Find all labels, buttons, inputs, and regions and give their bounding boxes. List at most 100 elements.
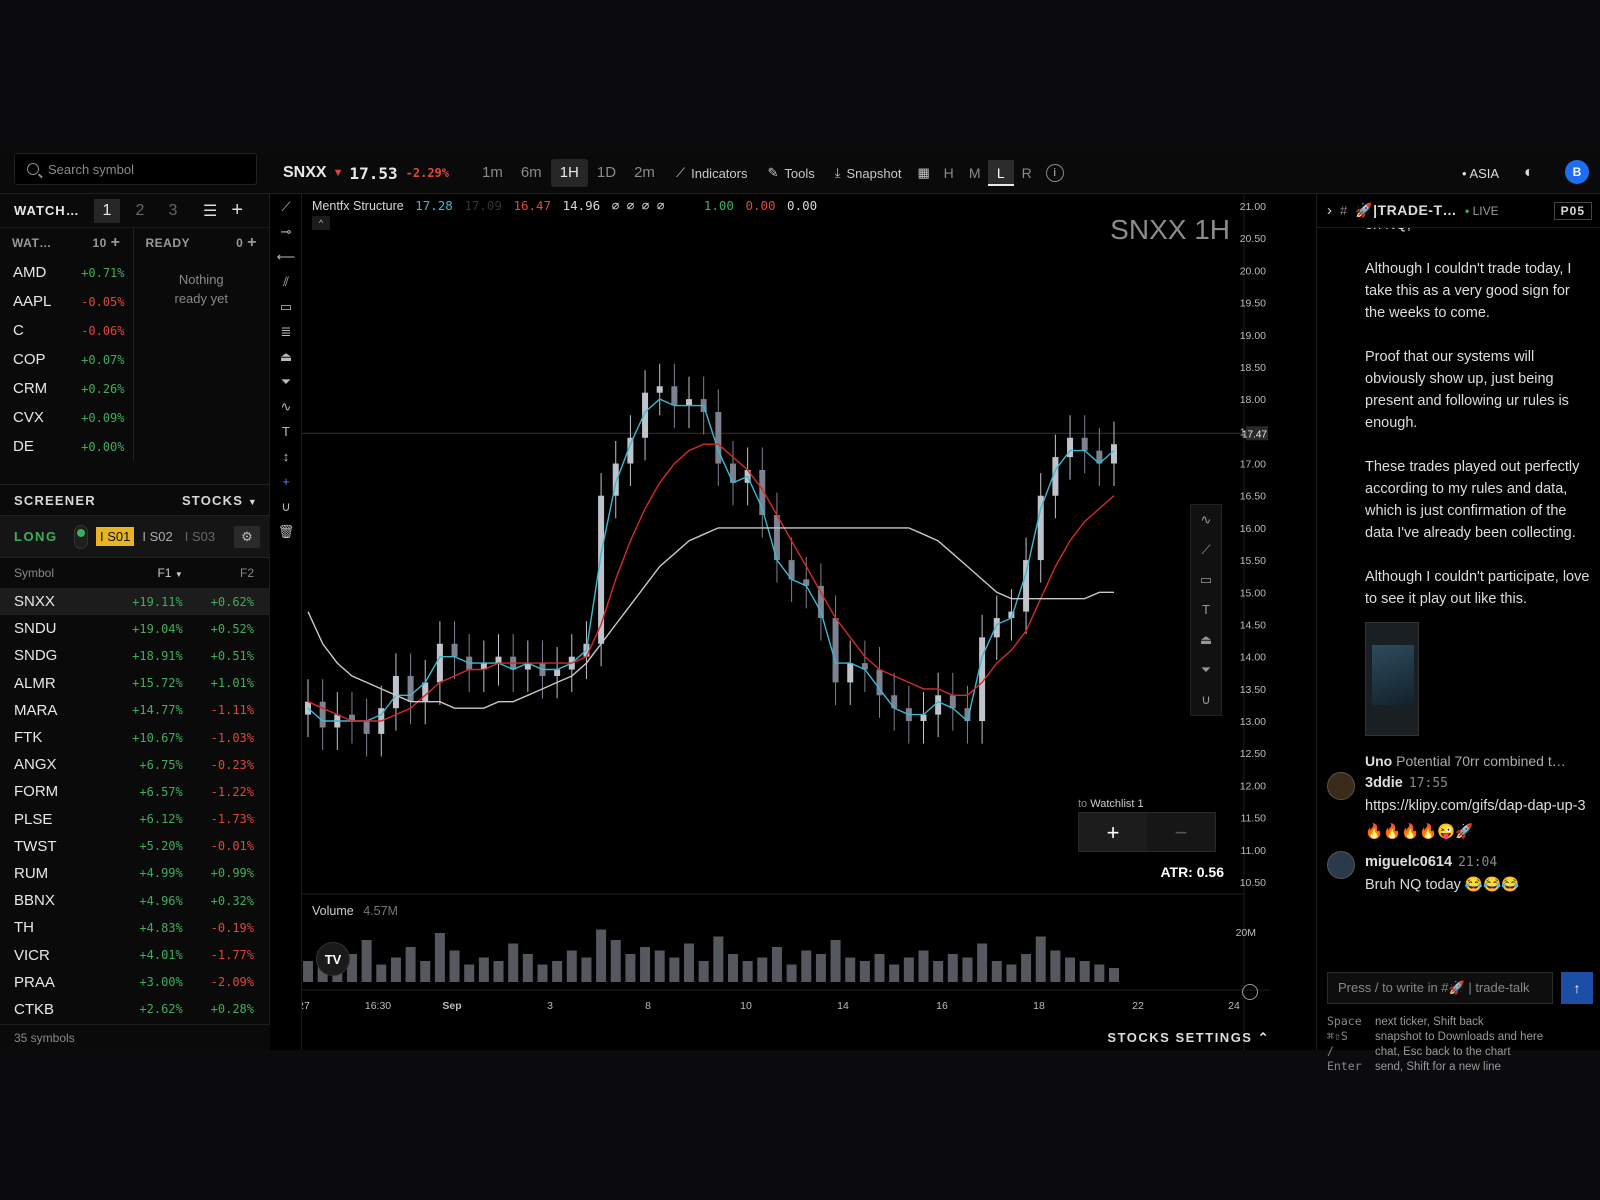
message-username[interactable]: 3ddie [1365, 775, 1403, 791]
magnet-tool-icon[interactable]: ∪ [270, 494, 302, 519]
chat-input[interactable]: Press / to write in #🚀 | trade-talk [1327, 972, 1553, 1004]
watchlist-row[interactable]: AAPL -0.05% [0, 287, 133, 316]
mode-toggle[interactable] [74, 524, 88, 549]
short-position-tool-icon[interactable]: ⏷ [270, 369, 302, 394]
screener-row[interactable]: PLSE +6.12% -1.73% [0, 806, 270, 833]
rectangle-tool-icon[interactable]: ▭ [270, 294, 302, 319]
brush-tool-icon[interactable]: ∿ [270, 394, 302, 419]
price-chart-svg[interactable]: 21.0020.5020.0019.5019.0018.5018.0017.50… [302, 194, 1270, 1050]
channel-tool-icon[interactable]: ⫽ [270, 269, 302, 294]
view-mode-l[interactable]: L [987, 160, 1014, 186]
trendline-tool-icon[interactable]: ⟋ [270, 194, 302, 219]
preset-s03[interactable]: I S03 [181, 527, 219, 546]
short-side-tool-icon[interactable]: ⏷ [1191, 655, 1221, 685]
screener-row[interactable]: VICR +4.01% -1.77% [0, 941, 270, 968]
long-position-tool-icon[interactable]: ⏏ [270, 344, 302, 369]
theme-toggle-icon[interactable]: ◐ [1524, 157, 1534, 189]
add-ready-icon[interactable]: + [247, 234, 257, 251]
watchlist-row[interactable]: AMD +0.71% [0, 258, 133, 287]
send-button[interactable]: ↑ [1561, 972, 1593, 1004]
screener-row[interactable]: FTK +10.67% -1.03% [0, 724, 270, 751]
watchlist-tab-2[interactable]: 2 [127, 199, 153, 223]
crosshair-tool-icon[interactable]: + [270, 469, 302, 494]
add-symbol-icon[interactable]: + [111, 234, 121, 251]
channel-code-badge[interactable]: P05 [1553, 201, 1592, 220]
magnet-side-tool-icon[interactable]: ∪ [1191, 685, 1221, 715]
long-mode-label[interactable]: LONG [14, 529, 74, 544]
watchlist-tab-1[interactable]: 1 [94, 198, 120, 223]
chevron-right-icon[interactable]: › [1327, 202, 1332, 219]
view-mode-h[interactable]: H [936, 160, 962, 186]
preset-s01[interactable]: I S01 [96, 527, 135, 546]
info-icon[interactable]: i [1045, 164, 1064, 182]
timeframe-6m[interactable]: 6m [512, 159, 551, 187]
avatar[interactable] [1327, 851, 1355, 879]
screener-row[interactable]: SNXX +19.11% +0.62% [0, 588, 270, 616]
col-symbol[interactable]: Symbol [14, 566, 108, 580]
long-side-tool-icon[interactable]: ⏏ [1191, 625, 1221, 655]
view-mode-m[interactable]: M [962, 160, 988, 186]
curve-tool-icon[interactable]: ∿ [1191, 505, 1221, 535]
layout-icon[interactable]: ▦ [917, 165, 929, 181]
channel-name[interactable]: 🚀|TRADE-T… [1355, 202, 1457, 219]
search-input[interactable]: Search symbol [14, 153, 257, 185]
watchlist-row[interactable]: COP +0.07% [0, 345, 133, 374]
snapshot-thumbnail[interactable] [1365, 622, 1419, 736]
watchlist-row[interactable]: C -0.06% [0, 316, 133, 345]
preset-s02[interactable]: I S02 [138, 527, 176, 546]
timeframe-1h[interactable]: 1H [550, 159, 588, 187]
message-username[interactable]: miguelc0614 [1365, 854, 1452, 870]
text-side-tool-icon[interactable]: T [1191, 595, 1221, 625]
line-tool-icon[interactable]: ⟋ [1191, 535, 1221, 565]
screener-row[interactable]: RUM +4.99% +0.99% [0, 860, 270, 887]
session-indicator[interactable]: • ASIA [1462, 157, 1499, 189]
watchlist-row[interactable]: CRM +0.26% [0, 374, 133, 403]
text-tool-icon[interactable]: T [270, 419, 302, 444]
screener-row[interactable]: FORM +6.57% -1.22% [0, 778, 270, 805]
screener-row[interactable]: BBNX +4.96% +0.32% [0, 887, 270, 914]
col-f1[interactable]: F1 ▼ [108, 566, 182, 580]
timeframe-1m[interactable]: 1m [473, 159, 512, 187]
symbol-display[interactable]: SNXX ▼ 17.53 -2.29% [283, 157, 449, 189]
timeframe-2m[interactable]: 2m [625, 159, 664, 187]
screener-row[interactable]: SNDG +18.91% +0.51% [0, 642, 270, 669]
measure-tool-icon[interactable]: ↕ [270, 444, 302, 469]
screener-row[interactable]: TWST +5.20% -0.01% [0, 833, 270, 860]
screener-row[interactable]: PRAA +3.00% -2.09% [0, 969, 270, 996]
screener-row[interactable]: TH +4.83% -0.19% [0, 914, 270, 941]
indicators-button[interactable]: ⟋ Indicators [676, 165, 747, 181]
watchlist-tab-3[interactable]: 3 [160, 199, 186, 223]
watchlist-row[interactable]: DE +0.00% [0, 432, 133, 461]
view-mode-r[interactable]: R [1014, 160, 1040, 186]
extended-line-tool-icon[interactable]: ⟵ [270, 244, 302, 269]
add-to-watchlist-button[interactable]: + [1079, 813, 1147, 851]
stocks-settings-button[interactable]: STOCKS SETTINGS ⌃ [1107, 1030, 1270, 1046]
add-watchlist-icon[interactable]: + [231, 199, 243, 222]
col-f2[interactable]: F2 [183, 566, 254, 580]
ray-tool-icon[interactable]: ⊸ [270, 219, 302, 244]
collapse-legend-icon[interactable]: ^ [312, 216, 330, 230]
screener-row[interactable]: CTKB +2.62% +0.28% [0, 996, 270, 1023]
chart-area[interactable]: 21.0020.5020.0019.5019.0018.5018.0017.50… [302, 194, 1270, 1050]
watchlist-row[interactable]: CVX +0.09% [0, 403, 133, 432]
avatar[interactable] [1327, 772, 1355, 800]
remove-from-watchlist-button[interactable]: − [1147, 813, 1215, 851]
tools-button[interactable]: ✎ Tools [767, 165, 814, 181]
snapshot-button[interactable]: ⤓ Snapshot [835, 165, 902, 181]
reply-preview[interactable]: Uno Potential 70rr combined t… [1365, 750, 1593, 772]
fib-tool-icon[interactable]: ≣ [270, 319, 302, 344]
chart-settings-icon[interactable] [1242, 984, 1258, 1000]
screener-row[interactable]: MARA +14.77% -1.11% [0, 697, 270, 724]
message-text[interactable]: https://klipy.com/gifs/dap-dap-up-3 [1365, 795, 1593, 817]
screener-row[interactable]: SNDU +19.04% +0.52% [0, 615, 270, 642]
screener-row[interactable]: ANGX +6.75% -0.23% [0, 751, 270, 778]
timeframe-1d[interactable]: 1D [588, 159, 625, 187]
screener-filter-dropdown[interactable]: STOCKS ▼ [182, 493, 258, 508]
trash-tool-icon[interactable]: 🗑 [270, 519, 302, 544]
gear-icon[interactable]: ⚙ [234, 525, 260, 548]
menu-icon[interactable]: ☰ [203, 201, 217, 221]
box-tool-icon[interactable]: ▭ [1191, 565, 1221, 595]
user-avatar[interactable]: B [1565, 160, 1589, 184]
message-list[interactable]: on NQ, Although I couldn't trade today, … [1317, 228, 1600, 928]
screener-row[interactable]: ALMR +15.72% +1.01% [0, 670, 270, 697]
